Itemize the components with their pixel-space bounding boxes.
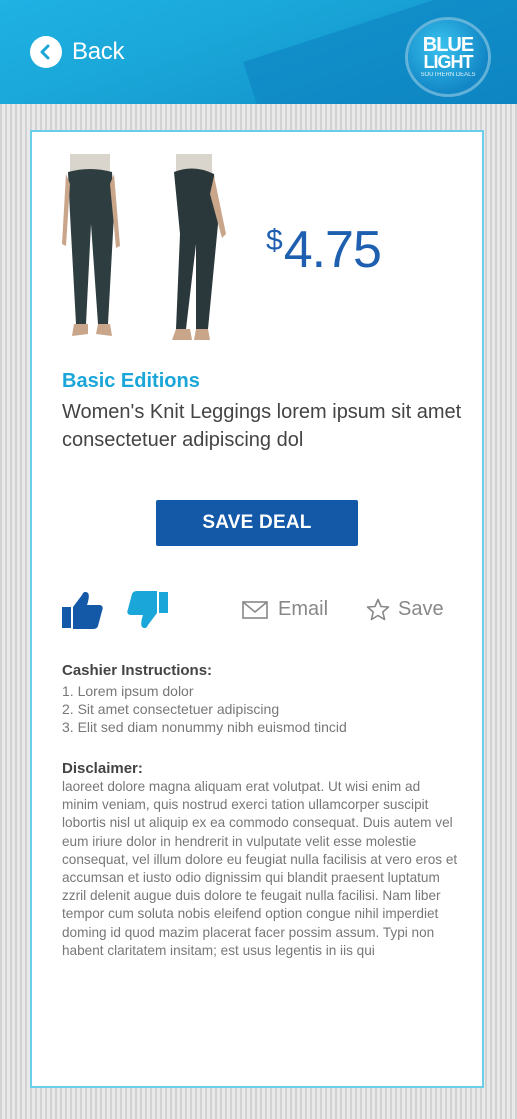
cashier-instructions-heading: Cashier Instructions: [62, 662, 213, 679]
product-title: Women's Knit Leggings lorem ipsum sit am… [62, 401, 462, 451]
product-image [62, 154, 226, 340]
cashier-instruction-item: 2. Sit amet consectetuer adipiscing [62, 701, 280, 717]
back-button[interactable]: Back [30, 36, 124, 68]
thumbs-down-icon[interactable] [126, 590, 168, 630]
back-arrow-icon [30, 36, 62, 68]
product-brand: Basic Editions [62, 370, 200, 392]
thumbs-up-icon[interactable] [62, 590, 104, 630]
deal-card: $4.75 Basic Editions Women's Knit Leggin… [30, 130, 484, 1088]
logo-line1: BLUE [422, 33, 474, 56]
save-deal-button[interactable]: SAVE DEAL [156, 500, 358, 546]
price-amount: 4.75 [283, 221, 382, 279]
blue-light-logo: BLUE LIGHT SOUTHERN DEALS [408, 20, 488, 94]
disclaimer-text: laoreet dolore magna aliquam erat volutp… [62, 779, 458, 958]
disclaimer-heading: Disclaimer: [62, 760, 143, 777]
deal-price: $4.75 [266, 220, 382, 280]
star-icon [366, 598, 390, 621]
back-label: Back [72, 38, 125, 65]
logo-line2: LIGHT [423, 51, 474, 72]
cashier-instruction-item: 3. Elit sed diam nonummy nibh euismod ti… [62, 719, 347, 735]
cashier-instructions-list: 1. Lorem ipsum dolor 2. Sit amet consect… [62, 682, 462, 736]
header-bar: Back BLUE LIGHT SOUTHERN DEALS [0, 0, 517, 104]
email-label: Email [278, 598, 329, 620]
save-button[interactable]: Save [366, 598, 444, 621]
cashier-instruction-item: 1. Lorem ipsum dolor [62, 683, 194, 699]
email-button[interactable]: Email [242, 598, 328, 621]
price-currency: $ [266, 224, 283, 257]
logo-line3: SOUTHERN DEALS [420, 71, 476, 78]
save-label: Save [398, 598, 444, 620]
envelope-icon [242, 600, 268, 619]
